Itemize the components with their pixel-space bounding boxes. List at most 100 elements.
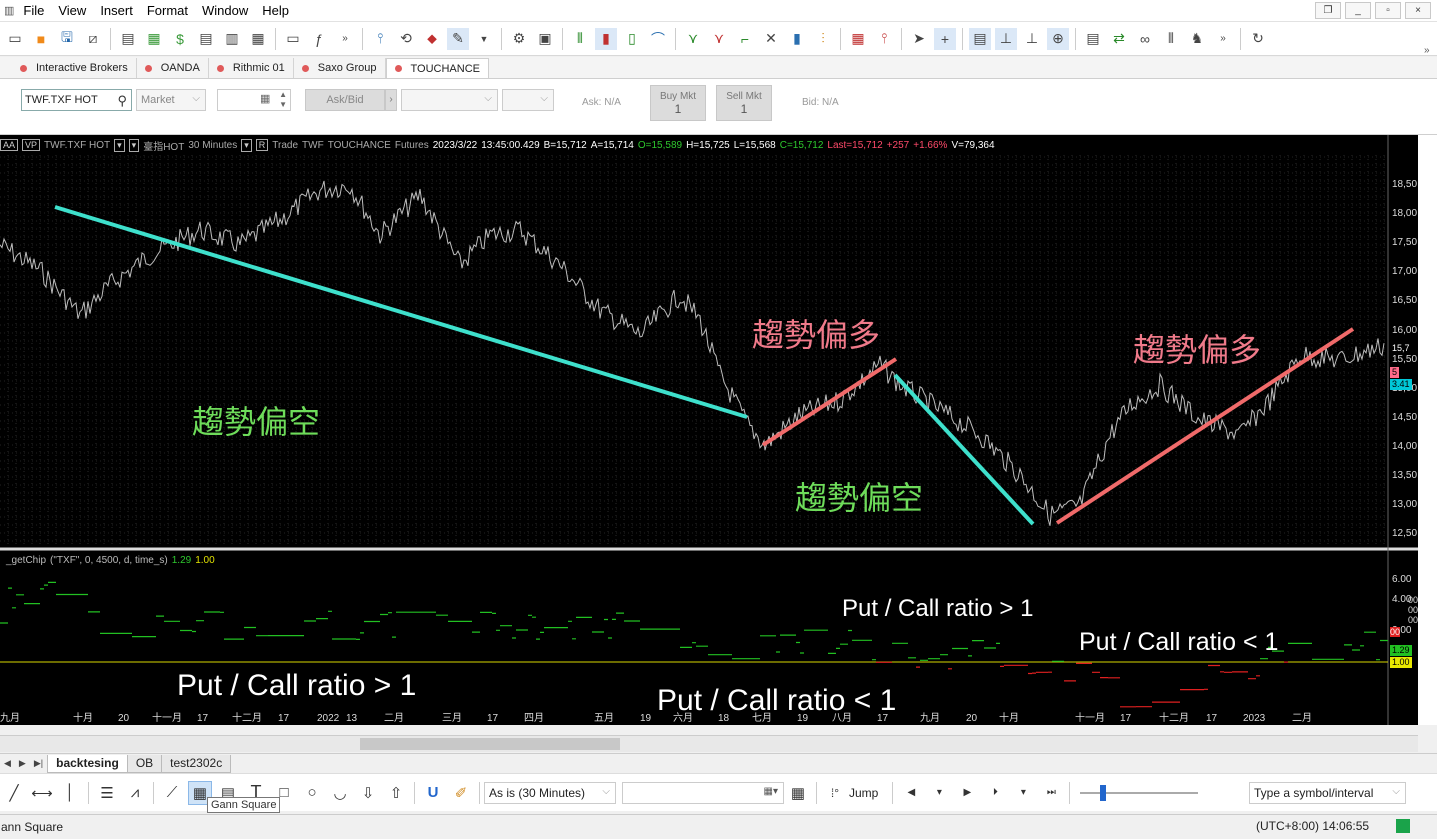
last-bar-icon[interactable]: ⏭	[1039, 781, 1063, 805]
sheet-tab-ob[interactable]: OB	[126, 754, 163, 773]
new-window-icon[interactable]: ▭	[4, 28, 26, 50]
last-sheet-icon[interactable]: ▶|	[34, 758, 43, 769]
step-chart-icon[interactable]: ⌐	[734, 28, 756, 50]
prev-bar-icon[interactable]: ◀	[899, 781, 923, 805]
eraser-icon[interactable]: ✐	[449, 781, 473, 805]
quote-icon[interactable]: ▤	[1082, 28, 1104, 50]
money-icon[interactable]: $	[169, 28, 191, 50]
next-bar-icon[interactable]: ▶	[955, 781, 979, 805]
crosshair-icon[interactable]: +	[934, 27, 956, 50]
sheet-tab-backtesing[interactable]: backtesing	[47, 754, 128, 773]
step-down-icon[interactable]: ▾	[1011, 781, 1035, 805]
next-sheet-icon[interactable]: ▶	[19, 758, 26, 769]
scrollbar-thumb[interactable]	[360, 738, 620, 750]
r-badge[interactable]: R	[255, 139, 269, 151]
account-select[interactable]: ⌵	[401, 89, 498, 111]
drawing-tool-icon[interactable]: ✎	[447, 27, 469, 50]
tif-select[interactable]: ⌵	[502, 89, 554, 111]
sell-market-button[interactable]: Sell Mkt 1	[716, 85, 772, 121]
ellipse-icon[interactable]: ○	[300, 781, 324, 805]
quantity-stepper[interactable]: ▦ ▲ ▼	[217, 89, 291, 111]
renko-icon[interactable]: ▮	[786, 28, 808, 50]
settings-icon[interactable]: ⚙	[508, 28, 530, 50]
arc-icon[interactable]: ◡	[328, 781, 352, 805]
broker-tab-touchance[interactable]: TOUCHANCE	[385, 58, 489, 78]
workspace-icon[interactable]: ▣	[534, 28, 556, 50]
menu-file[interactable]: File	[16, 3, 51, 18]
table-icon[interactable]: ▦	[786, 781, 810, 805]
broker-tab-rithmic[interactable]: Rithmic 01	[209, 58, 294, 78]
order-type-select[interactable]: Market ⌵	[136, 89, 206, 111]
menu-window[interactable]: Window	[195, 3, 255, 18]
channel-icon[interactable]: ☰	[95, 781, 119, 805]
hollow-candle-icon[interactable]: ▯	[621, 28, 643, 50]
zoom-icon[interactable]: ⊕	[1047, 27, 1069, 50]
dot-chart-red-icon[interactable]: ⋎	[708, 28, 730, 50]
hline-icon[interactable]: ⊥	[995, 27, 1017, 50]
spin-icon[interactable]: ▲ ▼	[279, 90, 287, 110]
fibonacci-icon[interactable]: ⩘	[123, 781, 147, 805]
calendar-icon[interactable]: ▦▾	[764, 786, 778, 797]
kagi-icon[interactable]: ⫶	[812, 28, 834, 50]
ask-bid-arrow[interactable]: ›	[385, 89, 397, 111]
draw-icon[interactable]: ⧄	[82, 28, 104, 50]
arrow-down-icon[interactable]: ⇩	[356, 781, 380, 805]
ask-bid-button[interactable]: Ask/Bid	[305, 89, 385, 111]
slider-thumb[interactable]	[1100, 784, 1107, 801]
trendline-icon[interactable]: ╱	[2, 781, 26, 805]
point-figure-icon[interactable]: ✕	[760, 28, 782, 50]
monitor-icon[interactable]: ▭	[282, 28, 304, 50]
menu-format[interactable]: Format	[140, 3, 195, 18]
menu-help[interactable]: Help	[255, 3, 296, 18]
refresh-icon[interactable]: ↻	[1247, 28, 1269, 50]
gann-fan-icon[interactable]: ⟋	[160, 781, 184, 805]
search-icon[interactable]: ⚲	[117, 93, 127, 109]
vline-icon[interactable]: ⊥	[1021, 28, 1043, 50]
dropdown-icon[interactable]: ▼	[473, 28, 495, 50]
play-down-icon[interactable]: ▾	[927, 781, 951, 805]
barcode-icon[interactable]: ⦀	[1160, 28, 1182, 50]
magnet-icon[interactable]: U	[421, 781, 445, 805]
sheet-tab-test2302c[interactable]: test2302c	[161, 754, 232, 773]
price-chart[interactable]: AA VP TWF.TXF HOT ▾ ▾ 臺指HOT 30 Minutes ▾…	[0, 135, 1418, 725]
restore-icon[interactable]: ❐	[1315, 2, 1341, 19]
arrow-up-icon[interactable]: ⇧	[384, 781, 408, 805]
signal-icon[interactable]: ⟲	[395, 28, 417, 50]
list-icon[interactable]: ▤	[195, 28, 217, 50]
heatmap-icon[interactable]: ▦	[847, 28, 869, 50]
glasses-icon[interactable]: ∞	[1134, 28, 1156, 50]
broker-tab-saxo[interactable]: Saxo Group	[294, 58, 386, 78]
jump-date-input[interactable]: ▦▾	[622, 781, 784, 804]
save-icon[interactable]: 🖫	[56, 28, 78, 50]
aa-badge[interactable]: AA	[0, 139, 19, 151]
menu-view[interactable]: View	[51, 3, 93, 18]
interval-select[interactable]: As is (30 Minutes) ⌵	[484, 781, 616, 804]
close-icon[interactable]: ×	[1405, 2, 1431, 19]
first-sheet-icon[interactable]: ◀	[4, 758, 11, 769]
menu-insert[interactable]: Insert	[93, 3, 140, 18]
vertical-line-icon[interactable]: │	[58, 781, 82, 805]
name-dropdown-icon[interactable]: ▾	[128, 138, 140, 152]
sheet-icon[interactable]: ▦	[143, 28, 165, 50]
strategy-icon[interactable]: ⬥	[421, 28, 443, 50]
jump-icon[interactable]: ⁞°	[823, 781, 847, 805]
speed-slider[interactable]	[1074, 782, 1204, 804]
notes-icon[interactable]: ▦	[247, 28, 269, 50]
report-icon[interactable]: ▥	[221, 28, 243, 50]
bull-icon[interactable]: ♞	[1186, 28, 1208, 50]
candle-chart-icon[interactable]: ▮	[595, 27, 617, 50]
comment-icon[interactable]: ▤	[969, 27, 991, 50]
horizontal-line-icon[interactable]: ⟷	[30, 781, 54, 805]
buy-market-button[interactable]: Buy Mkt 1	[650, 85, 706, 121]
new-chart-icon[interactable]: ■	[30, 28, 52, 50]
document-icon[interactable]: ▤	[117, 28, 139, 50]
more2-icon[interactable]: »	[1212, 28, 1234, 50]
calculator-icon[interactable]: ▦	[260, 92, 270, 105]
step-icon[interactable]: ⏵	[983, 781, 1007, 805]
maximize-icon[interactable]: ▫	[1375, 2, 1401, 19]
minimize-icon[interactable]: _	[1345, 2, 1371, 19]
broker-tab-oanda[interactable]: OANDA	[137, 58, 209, 78]
broker-tab-interactive-brokers[interactable]: Interactive Brokers	[12, 58, 137, 78]
symbol-dropdown-icon[interactable]: ▾	[114, 138, 125, 152]
bar-chart-icon[interactable]: ⫴	[569, 28, 591, 50]
